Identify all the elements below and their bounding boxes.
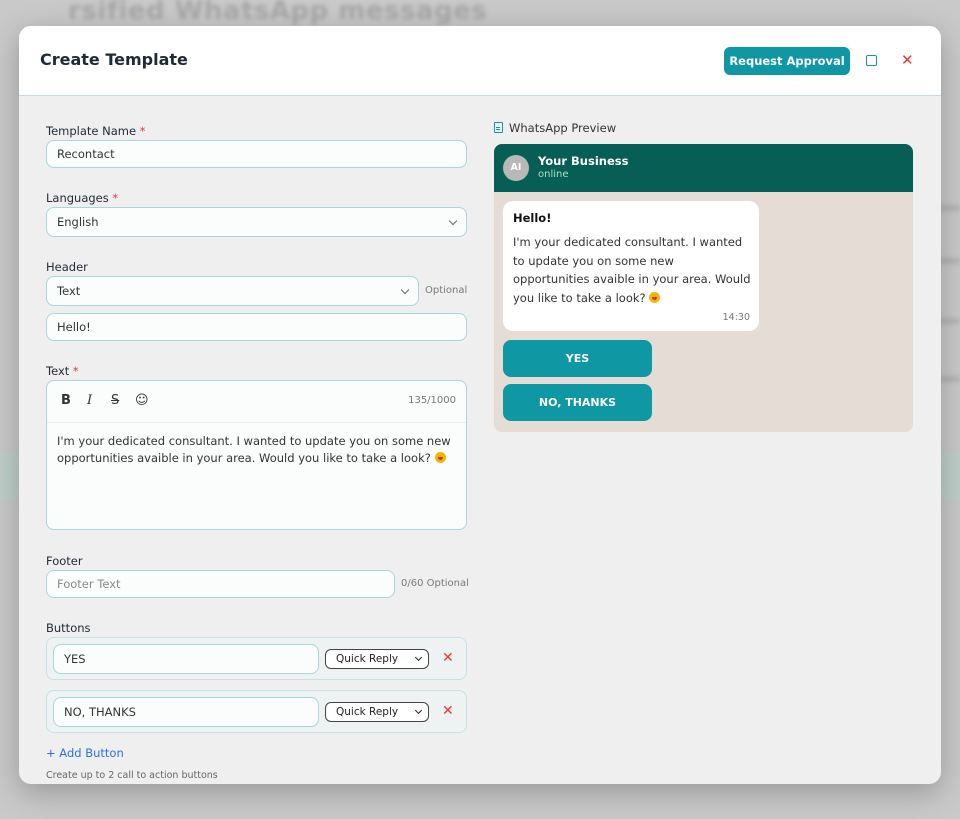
- header-type-value: Text: [57, 284, 81, 298]
- chevron-down-icon: [400, 285, 410, 295]
- create-template-modal: Create Template Request Approval ✕ Templ…: [19, 26, 941, 784]
- text-counter: 135/1000: [408, 395, 456, 406]
- add-button-link[interactable]: + Add Button: [46, 746, 124, 760]
- button-type-select[interactable]: Quick Reply: [325, 649, 429, 669]
- text-editor-content[interactable]: I'm your dedicated consultant. I wanted …: [57, 433, 457, 467]
- bold-icon[interactable]: B: [61, 393, 71, 408]
- editor-toolbar: B I S ☺ 135/1000: [47, 381, 466, 423]
- text-editor[interactable]: B I S ☺ 135/1000 I'm your dedicated cons…: [46, 380, 467, 530]
- button-text-input[interactable]: YES: [53, 644, 319, 674]
- whatsapp-preview: AI Your Business online Hello! I'm your …: [494, 144, 913, 432]
- business-status: online: [538, 169, 569, 180]
- modal-header: Create Template Request Approval ✕: [19, 26, 941, 96]
- emoji-icon: [434, 452, 446, 463]
- message-text: I'm your dedicated consultant. I wanted …: [513, 235, 751, 305]
- strikethrough-icon[interactable]: S: [111, 393, 119, 408]
- modal-title: Create Template: [40, 50, 188, 69]
- footer-input[interactable]: Footer Text: [46, 570, 395, 598]
- message-bubble: Hello! I'm your dedicated consultant. I …: [503, 201, 759, 331]
- remove-button-icon[interactable]: ✕: [442, 703, 454, 719]
- template-name-input[interactable]: Recontact: [46, 140, 467, 168]
- maximize-icon[interactable]: [866, 55, 877, 66]
- template-name-label: Template Name *: [46, 124, 146, 138]
- button-text-input[interactable]: NO, THANKS: [53, 697, 319, 727]
- message-header: Hello!: [513, 211, 552, 225]
- languages-label: Languages *: [46, 191, 119, 205]
- header-label: Header: [46, 260, 88, 274]
- footer-label: Footer: [46, 554, 83, 568]
- business-name: Your Business: [538, 154, 629, 168]
- whatsapp-preview-header: AI Your Business online: [494, 144, 913, 192]
- message-time: 14:30: [722, 312, 750, 323]
- document-icon: [494, 122, 503, 133]
- remove-button-icon[interactable]: ✕: [442, 650, 454, 666]
- emoji-icon[interactable]: ☺: [135, 393, 149, 408]
- languages-select[interactable]: English: [46, 207, 467, 237]
- chevron-down-icon: [414, 706, 423, 715]
- close-icon[interactable]: ✕: [901, 52, 914, 68]
- avatar: AI: [503, 155, 529, 181]
- emoji-icon: [649, 291, 661, 303]
- chevron-down-icon: [448, 216, 458, 226]
- button-row: NO, THANKS Quick Reply ✕: [46, 690, 467, 733]
- chevron-down-icon: [414, 653, 423, 662]
- whatsapp-preview-label: WhatsApp Preview: [494, 121, 616, 135]
- buttons-hint: Create up to 2 call to action buttons: [46, 770, 218, 781]
- button-type-select[interactable]: Quick Reply: [325, 702, 429, 722]
- header-type-select[interactable]: Text: [46, 276, 419, 306]
- text-label: Text *: [46, 364, 79, 378]
- languages-select-value: English: [57, 215, 99, 229]
- button-type-value: Quick Reply: [336, 653, 399, 665]
- button-type-value: Quick Reply: [336, 706, 399, 718]
- preview-button-yes[interactable]: YES: [503, 340, 652, 377]
- button-row: YES Quick Reply ✕: [46, 637, 467, 680]
- italic-icon[interactable]: I: [87, 393, 92, 408]
- background-page-title: rsified WhatsApp messages: [68, 0, 488, 26]
- buttons-label: Buttons: [46, 621, 91, 635]
- header-text-input[interactable]: Hello!: [46, 313, 467, 341]
- header-optional-label: Optional: [425, 285, 468, 296]
- request-approval-button[interactable]: Request Approval: [724, 47, 850, 75]
- footer-counter: 0/60 Optional: [401, 578, 469, 589]
- preview-button-no-thanks[interactable]: NO, THANKS: [503, 384, 652, 421]
